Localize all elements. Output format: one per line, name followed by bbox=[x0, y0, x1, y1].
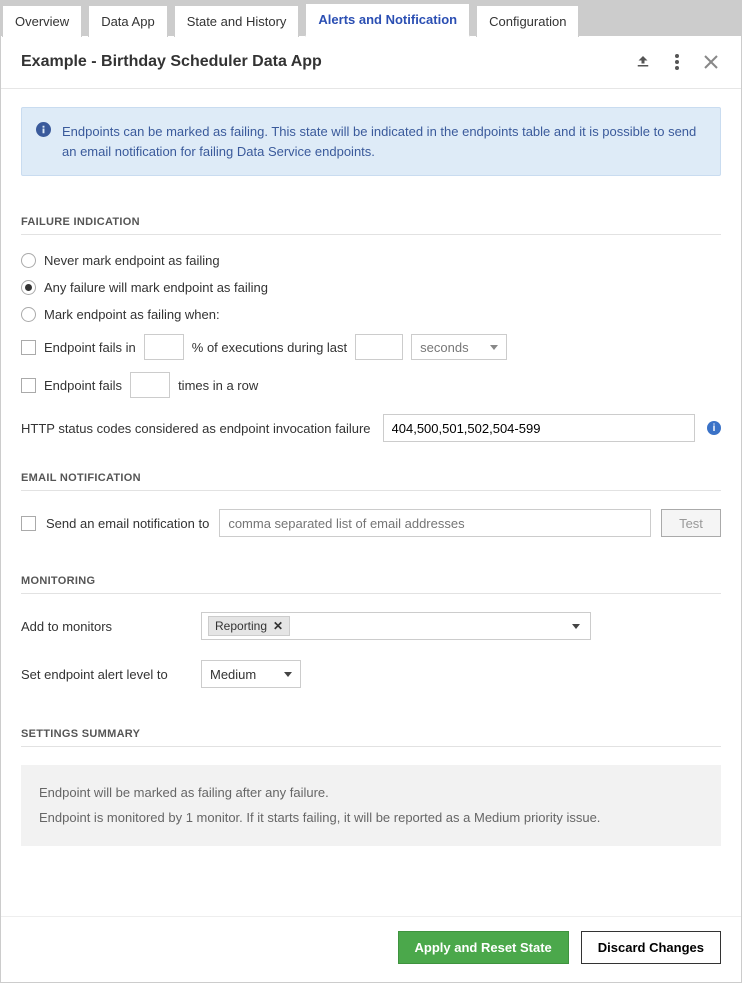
input-duration[interactable] bbox=[355, 334, 403, 360]
alert-level-label: Set endpoint alert level to bbox=[21, 667, 191, 682]
summary-line-2: Endpoint is monitored by 1 monitor. If i… bbox=[39, 806, 703, 831]
sub-row-b: times in a row bbox=[178, 378, 258, 393]
input-percent[interactable] bbox=[144, 334, 184, 360]
info-banner: Endpoints can be marked as failing. This… bbox=[21, 107, 721, 176]
page-title: Example - Birthday Scheduler Data App bbox=[21, 53, 322, 71]
upload-icon[interactable] bbox=[633, 52, 653, 72]
info-icon bbox=[36, 122, 51, 137]
radio-when[interactable] bbox=[21, 307, 36, 322]
tab-overview[interactable]: Overview bbox=[2, 5, 82, 37]
test-button[interactable]: Test bbox=[661, 509, 721, 537]
sub-row-a: Endpoint fails bbox=[44, 378, 122, 393]
email-input[interactable] bbox=[219, 509, 651, 537]
sub-pct-a: Endpoint fails in bbox=[44, 340, 136, 355]
tab-configuration[interactable]: Configuration bbox=[476, 5, 579, 37]
monitor-tag-label: Reporting bbox=[215, 619, 267, 633]
monitor-tag: Reporting ✕ bbox=[208, 616, 290, 636]
summary-line-1: Endpoint will be marked as failing after… bbox=[39, 781, 703, 806]
tab-state-history[interactable]: State and History bbox=[174, 5, 300, 37]
close-icon[interactable] bbox=[701, 52, 721, 72]
check-percent[interactable] bbox=[21, 340, 36, 355]
http-codes-label: HTTP status codes considered as endpoint… bbox=[21, 421, 371, 436]
section-failure: FAILURE INDICATION bbox=[21, 216, 721, 235]
page-panel: Example - Birthday Scheduler Data App En… bbox=[0, 36, 742, 983]
http-codes-input[interactable] bbox=[383, 414, 695, 442]
http-info-icon[interactable]: i bbox=[707, 421, 721, 435]
monitors-label: Add to monitors bbox=[21, 619, 191, 634]
check-row[interactable] bbox=[21, 378, 36, 393]
summary-box: Endpoint will be marked as failing after… bbox=[21, 765, 721, 846]
section-email: EMAIL NOTIFICATION bbox=[21, 472, 721, 491]
check-email[interactable] bbox=[21, 516, 36, 531]
radio-any[interactable] bbox=[21, 280, 36, 295]
radio-when-label: Mark endpoint as failing when: bbox=[44, 307, 220, 322]
email-label: Send an email notification to bbox=[46, 516, 209, 531]
radio-never-label: Never mark endpoint as failing bbox=[44, 253, 220, 268]
tab-data-app[interactable]: Data App bbox=[88, 5, 168, 37]
discard-button[interactable]: Discard Changes bbox=[581, 931, 721, 964]
monitor-tag-remove-icon[interactable]: ✕ bbox=[273, 619, 283, 633]
radio-any-label: Any failure will mark endpoint as failin… bbox=[44, 280, 268, 295]
info-text: Endpoints can be marked as failing. This… bbox=[62, 124, 696, 159]
select-time-unit[interactable]: seconds bbox=[411, 334, 507, 360]
monitors-select[interactable]: Reporting ✕ bbox=[201, 612, 591, 640]
section-monitoring: MONITORING bbox=[21, 575, 721, 594]
input-times[interactable] bbox=[130, 372, 170, 398]
section-summary: SETTINGS SUMMARY bbox=[21, 728, 721, 747]
more-icon[interactable] bbox=[667, 52, 687, 72]
radio-never[interactable] bbox=[21, 253, 36, 268]
tabs-bar: Overview Data App State and History Aler… bbox=[0, 0, 742, 36]
sub-pct-b: % of executions during last bbox=[192, 340, 347, 355]
tab-alerts-notification[interactable]: Alerts and Notification bbox=[305, 3, 470, 37]
apply-button[interactable]: Apply and Reset State bbox=[398, 931, 569, 964]
alert-level-select[interactable]: Medium bbox=[201, 660, 301, 688]
